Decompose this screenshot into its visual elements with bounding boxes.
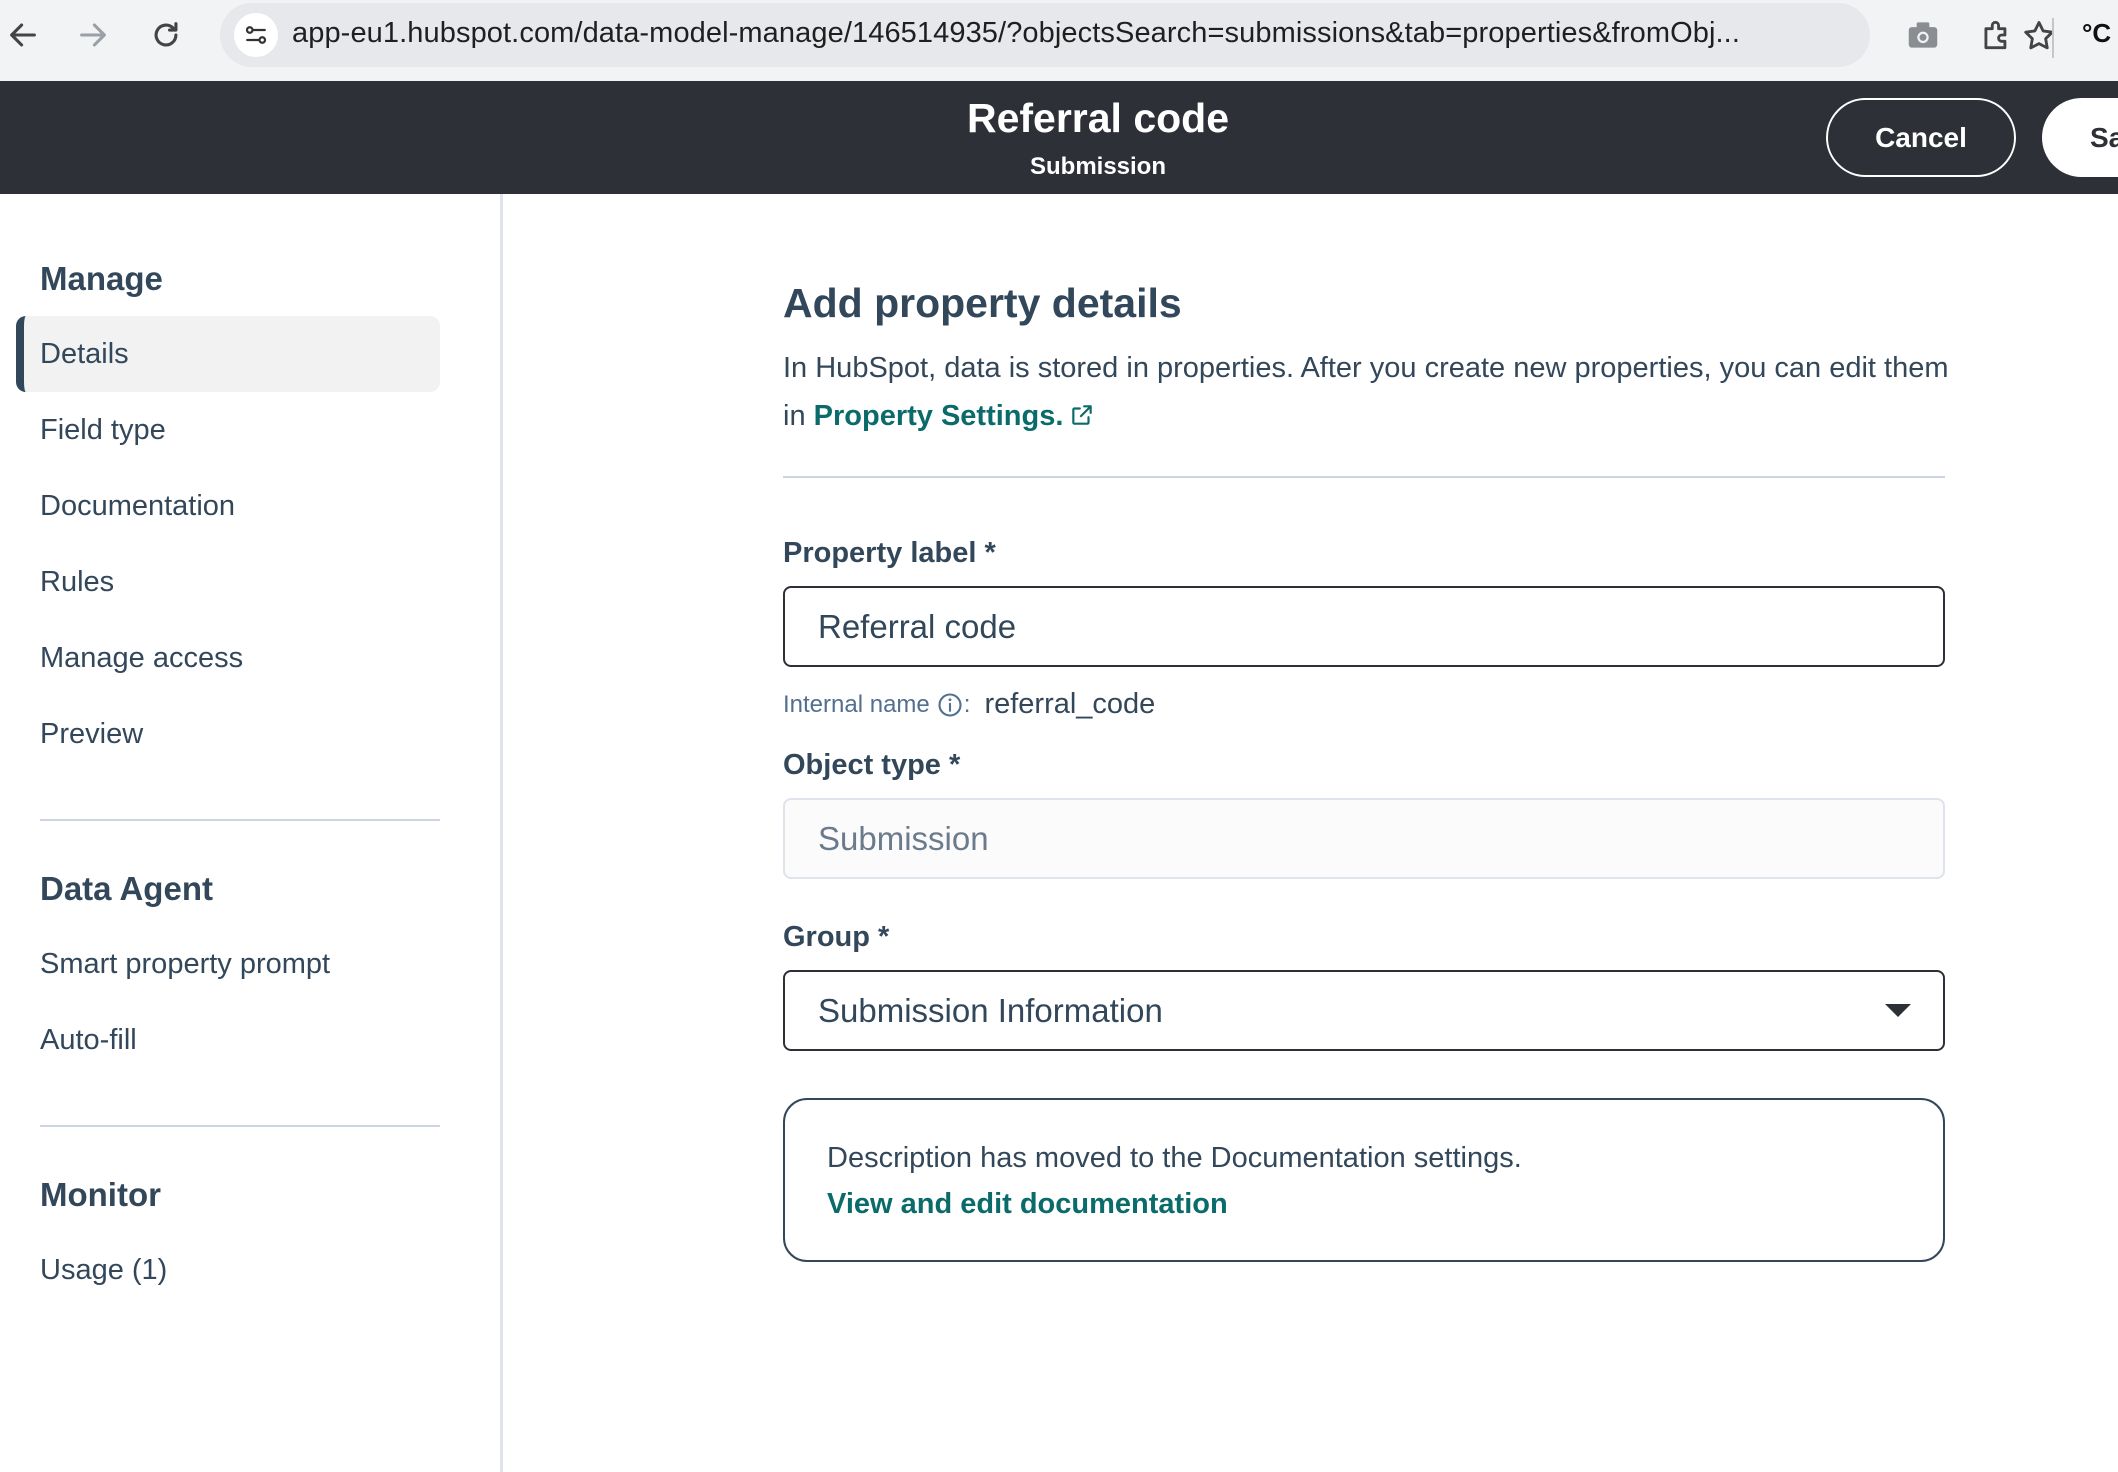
sidebar-section-manage: Manage	[40, 260, 163, 297]
property-settings-link[interactable]: Property Settings.	[814, 400, 1064, 432]
reload-button[interactable]	[143, 12, 189, 58]
reload-icon	[154, 22, 178, 47]
internal-name-row: Internal name : referral_code	[783, 688, 1155, 721]
internal-name-label: Internal name	[783, 690, 930, 718]
page-title: Referral code	[966, 95, 1230, 141]
intro-paragraph: In HubSpot, data is stored in properties…	[783, 344, 1963, 440]
sidebar-divider	[40, 1125, 440, 1127]
main-content: Add property details In HubSpot, data is…	[503, 194, 2118, 1472]
save-button[interactable]: Sa	[2042, 98, 2118, 177]
group-select-value: Submission Information	[818, 991, 1163, 1029]
site-settings-icon[interactable]	[234, 13, 278, 57]
sidebar-item-auto-fill[interactable]: Auto-fill	[16, 1002, 440, 1078]
forward-arrow-icon	[80, 23, 106, 47]
internal-name-separator: :	[963, 690, 971, 718]
sidebar: Manage Details Field type Documentation …	[0, 194, 503, 1472]
cancel-button[interactable]: Cancel	[1826, 98, 2016, 177]
sidebar-divider	[40, 819, 440, 821]
sidebar-item-usage[interactable]: Usage (1)	[16, 1232, 440, 1308]
group-select[interactable]: Submission Information	[783, 970, 1945, 1051]
sidebar-item-rules[interactable]: Rules	[16, 544, 440, 620]
view-documentation-link[interactable]: View and edit documentation	[827, 1188, 1228, 1221]
back-arrow-icon	[10, 23, 36, 47]
url-text[interactable]: app-eu1.hubspot.com/data-model-manage/14…	[292, 17, 1740, 50]
section-title: Add property details	[783, 280, 1182, 326]
property-label-field-label: Property label *	[783, 537, 996, 569]
editor-header: Referral code Submission Cancel Sa	[0, 81, 2118, 194]
object-type-field-label: Object type *	[783, 749, 961, 781]
section-divider	[783, 476, 1945, 478]
property-label-input[interactable]: Referral code	[783, 586, 1945, 667]
sidebar-item-manage-access[interactable]: Manage access	[16, 620, 440, 696]
caret-down-icon	[1885, 1004, 1911, 1017]
internal-name-value: referral_code	[984, 688, 1156, 720]
sidebar-section-monitor: Monitor	[40, 1176, 161, 1213]
notice-text: Description has moved to the Documentati…	[827, 1142, 1522, 1174]
external-link-icon[interactable]	[1069, 402, 1095, 428]
object-type-input: Submission	[783, 798, 1945, 879]
camera-icon[interactable]	[1904, 16, 1942, 54]
toolbar-separator	[2052, 18, 2054, 58]
sidebar-item-details[interactable]: Details	[16, 316, 440, 392]
group-field-label: Group *	[783, 921, 890, 953]
extensions-puzzle-icon[interactable]	[1978, 16, 2016, 54]
sidebar-section-data-agent: Data Agent	[40, 870, 213, 907]
address-bar[interactable]: app-eu1.hubspot.com/data-model-manage/14…	[220, 3, 2054, 67]
forward-button[interactable]	[70, 12, 116, 58]
browser-toolbar: app-eu1.hubspot.com/data-model-manage/14…	[0, 0, 2118, 81]
info-icon[interactable]	[936, 691, 964, 719]
back-button[interactable]	[0, 12, 46, 58]
sidebar-item-preview[interactable]: Preview	[16, 696, 440, 772]
weather-extension-badge[interactable]: °C	[2082, 18, 2111, 49]
sidebar-item-smart-property-prompt[interactable]: Smart property prompt	[16, 926, 440, 1002]
sidebar-item-field-type[interactable]: Field type	[16, 392, 440, 468]
documentation-notice: Description has moved to the Documentati…	[783, 1098, 1945, 1262]
sidebar-item-documentation[interactable]: Documentation	[16, 468, 440, 544]
page-subtitle: Submission	[1029, 153, 1167, 180]
